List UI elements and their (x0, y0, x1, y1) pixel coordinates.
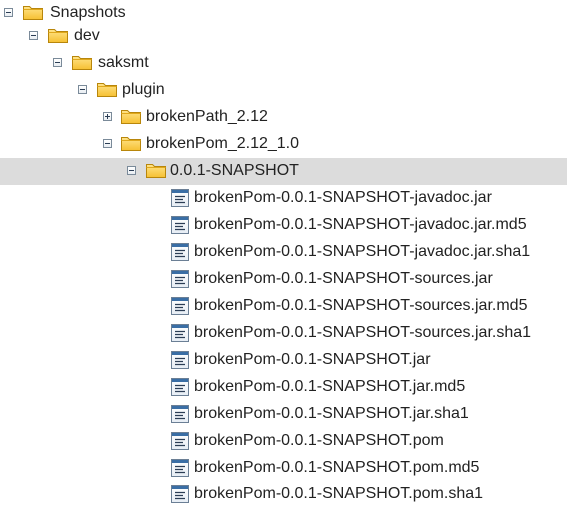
tree-node-label[interactable]: plugin (122, 80, 165, 100)
tree-node-label[interactable]: brokenPath_2.12 (146, 107, 268, 127)
file-icon (170, 323, 190, 343)
tree-file-item[interactable]: brokenPom-0.0.1-SNAPSHOT.jar.md5 (0, 374, 567, 401)
file-icon (170, 269, 190, 289)
file-label[interactable]: brokenPom-0.0.1-SNAPSHOT-javadoc.jar.sha… (194, 242, 530, 262)
tree-node-brokenpath[interactable]: brokenPath_2.12 (0, 104, 567, 131)
file-icon (170, 431, 190, 451)
tree-file-item[interactable]: brokenPom-0.0.1-SNAPSHOT-sources.jar.sha… (0, 320, 567, 347)
tree-node-brokenpom[interactable]: brokenPom_2.12_1.0 (0, 131, 567, 158)
expand-toggle-icon[interactable] (103, 112, 112, 121)
file-label[interactable]: brokenPom-0.0.1-SNAPSHOT.jar (194, 350, 431, 370)
repository-tree: Snapshots dev saksmt plugin brokenPath_2… (0, 0, 567, 508)
file-icon (170, 215, 190, 235)
file-label[interactable]: brokenPom-0.0.1-SNAPSHOT.pom.sha1 (194, 484, 483, 504)
tree-file-item[interactable]: brokenPom-0.0.1-SNAPSHOT-sources.jar.md5 (0, 293, 567, 320)
file-label[interactable]: brokenPom-0.0.1-SNAPSHOT.pom (194, 431, 444, 451)
collapse-toggle-icon[interactable] (29, 31, 38, 40)
folder-icon (145, 161, 167, 179)
tree-node-plugin[interactable]: plugin (0, 77, 567, 104)
file-icon (170, 242, 190, 262)
file-label[interactable]: brokenPom-0.0.1-SNAPSHOT.pom.md5 (194, 458, 479, 478)
file-label[interactable]: brokenPom-0.0.1-SNAPSHOT-sources.jar.sha… (194, 323, 531, 343)
file-label[interactable]: brokenPom-0.0.1-SNAPSHOT-sources.jar.md5 (194, 296, 527, 316)
file-label[interactable]: brokenPom-0.0.1-SNAPSHOT-javadoc.jar.md5 (194, 215, 527, 235)
tree-node-label[interactable]: 0.0.1-SNAPSHOT (170, 161, 299, 181)
collapse-toggle-icon[interactable] (103, 139, 112, 148)
folder-icon (120, 107, 142, 125)
file-label[interactable]: brokenPom-0.0.1-SNAPSHOT.jar.sha1 (194, 404, 469, 424)
file-label[interactable]: brokenPom-0.0.1-SNAPSHOT-sources.jar (194, 269, 493, 289)
tree-file-item[interactable]: brokenPom-0.0.1-SNAPSHOT.jar.sha1 (0, 401, 567, 428)
collapse-toggle-icon[interactable] (127, 166, 136, 175)
folder-icon (71, 53, 93, 71)
file-icon (170, 377, 190, 397)
tree-node-label[interactable]: Snapshots (50, 3, 126, 23)
file-icon (170, 458, 190, 478)
tree-file-item[interactable]: brokenPom-0.0.1-SNAPSHOT.pom.md5 (0, 455, 567, 482)
file-icon (170, 296, 190, 316)
file-label[interactable]: brokenPom-0.0.1-SNAPSHOT-javadoc.jar (194, 188, 492, 208)
folder-icon (96, 80, 118, 98)
file-icon (170, 188, 190, 208)
collapse-toggle-icon[interactable] (4, 8, 13, 17)
tree-file-item[interactable]: brokenPom-0.0.1-SNAPSHOT-javadoc.jar.md5 (0, 212, 567, 239)
file-icon (170, 350, 190, 370)
tree-file-item[interactable]: brokenPom-0.0.1-SNAPSHOT.jar (0, 347, 567, 374)
collapse-toggle-icon[interactable] (53, 58, 62, 67)
collapse-toggle-icon[interactable] (78, 85, 87, 94)
folder-icon (22, 3, 44, 21)
tree-file-item[interactable]: brokenPom-0.0.1-SNAPSHOT-sources.jar (0, 266, 567, 293)
tree-node-label[interactable]: saksmt (98, 53, 149, 73)
file-icon (170, 484, 190, 504)
tree-file-item[interactable]: brokenPom-0.0.1-SNAPSHOT.pom.sha1 (0, 481, 567, 508)
tree-node-saksmt[interactable]: saksmt (0, 50, 567, 77)
tree-node-label[interactable]: dev (74, 26, 100, 46)
file-label[interactable]: brokenPom-0.0.1-SNAPSHOT.jar.md5 (194, 377, 465, 397)
tree-node-snapshot-version[interactable]: 0.0.1-SNAPSHOT (0, 158, 567, 185)
tree-file-item[interactable]: brokenPom-0.0.1-SNAPSHOT-javadoc.jar.sha… (0, 239, 567, 266)
tree-file-item[interactable]: brokenPom-0.0.1-SNAPSHOT.pom (0, 428, 567, 455)
tree-node-label[interactable]: brokenPom_2.12_1.0 (146, 134, 299, 154)
tree-file-item[interactable]: brokenPom-0.0.1-SNAPSHOT-javadoc.jar (0, 185, 567, 212)
tree-node-dev[interactable]: dev (0, 23, 567, 50)
folder-icon (120, 134, 142, 152)
folder-icon (47, 26, 69, 44)
file-icon (170, 404, 190, 424)
